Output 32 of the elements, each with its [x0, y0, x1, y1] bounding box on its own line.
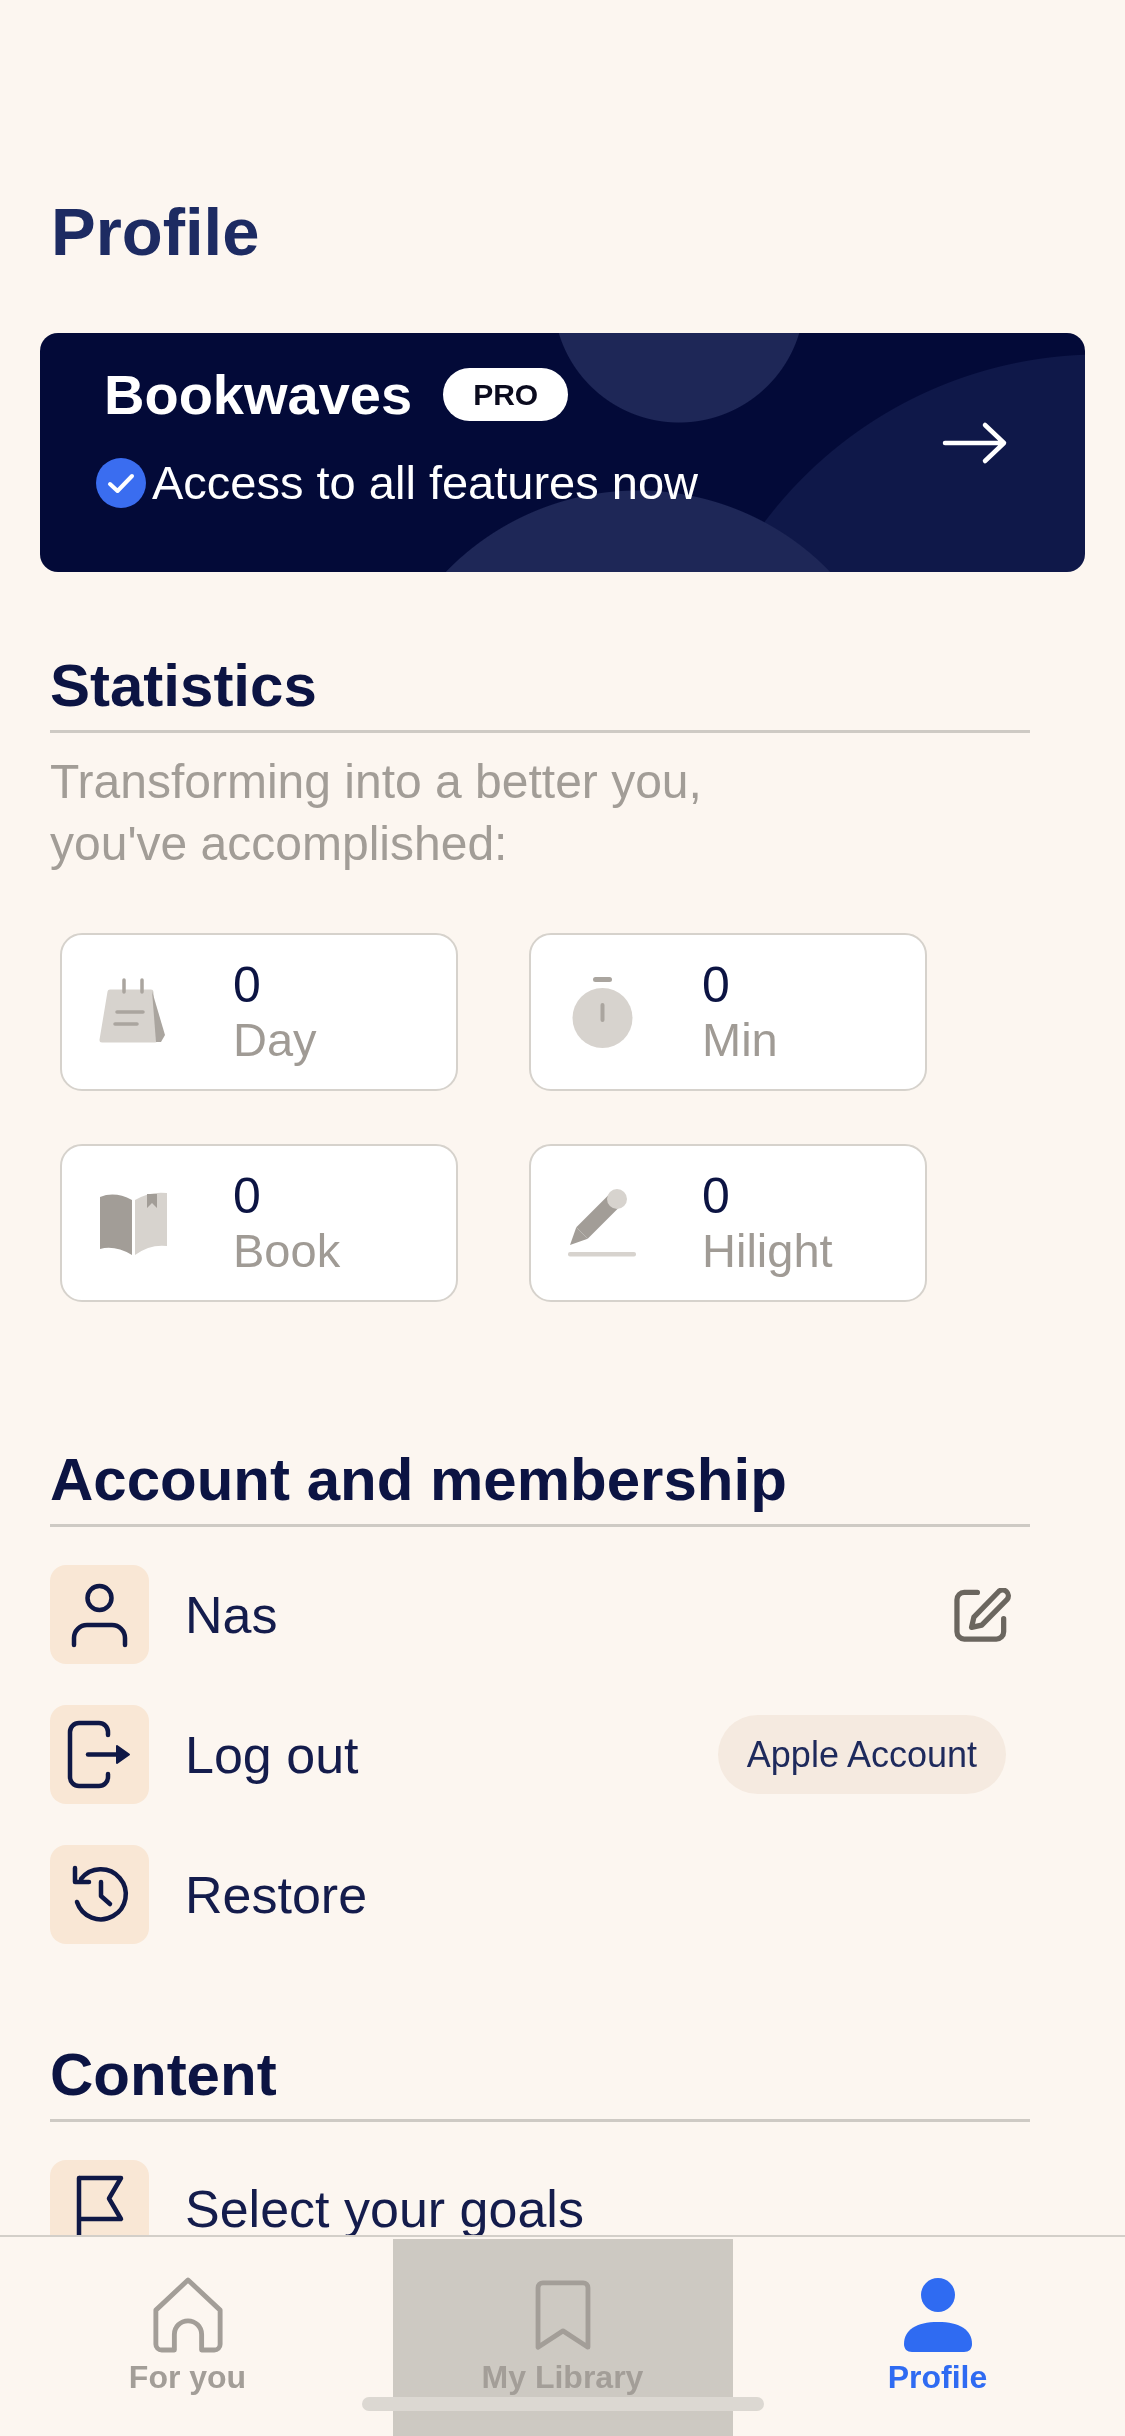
stat-value: 0 [233, 1168, 261, 1224]
home-icon [150, 2275, 225, 2355]
menu-item[interactable]: Restore [50, 1845, 368, 1944]
stat-label: Min [702, 1013, 778, 1067]
flag-icon [50, 2160, 149, 2237]
logout-icon [50, 1705, 149, 1804]
banner-subtitle: Access to all features now [152, 455, 698, 511]
person-icon [50, 1565, 149, 1664]
stat-value: 0 [233, 957, 261, 1013]
person-icon [901, 2278, 974, 2352]
stat-label: Day [233, 1013, 317, 1067]
pro-badge: PRO [443, 368, 569, 421]
stat-label: Hilight [702, 1224, 833, 1278]
account-badge: Apple Account [717, 1715, 1006, 1794]
section-title: Account and membership [50, 1445, 787, 1515]
stat-label: Book [233, 1224, 341, 1278]
section-title: Statistics [50, 651, 317, 721]
stat-value: 0 [702, 957, 730, 1013]
banner-title: Bookwaves [104, 362, 413, 428]
section-title: Content [50, 2040, 277, 2110]
pro-banner[interactable]: Bookwaves PRO Access to all features now [40, 333, 1085, 572]
history-icon [50, 1845, 149, 1944]
arrow-right-icon [942, 421, 1008, 465]
edit-icon[interactable] [954, 1587, 1011, 1642]
section-subtitle: Transforming into a better you, you've accomplished: [50, 754, 702, 872]
menu-item[interactable]: Nas [50, 1565, 278, 1664]
tab[interactable]: Profile [767, 2239, 1108, 2436]
stat-value: 0 [702, 1168, 730, 1224]
pencil-icon [566, 1186, 639, 1260]
menu-item[interactable]: Log out [50, 1705, 359, 1804]
check-icon [96, 458, 146, 508]
page-title: Profile [51, 194, 260, 270]
